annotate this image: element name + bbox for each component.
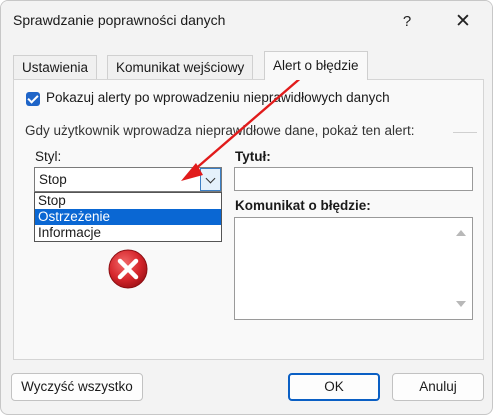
style-dropdown-list: Stop Ostrzeżenie Informacje — [34, 192, 222, 242]
close-button[interactable]: ✕ — [449, 9, 477, 35]
scroll-up-arrow-icon[interactable] — [456, 230, 466, 236]
style-combobox[interactable]: Stop — [34, 167, 222, 192]
title-bar: Sprawdzanie poprawności danych ? ✕ — [1, 1, 492, 45]
dropdown-item-information[interactable]: Informacje — [35, 225, 221, 241]
scroll-down-arrow-icon[interactable] — [456, 301, 466, 307]
dropdown-item-stop[interactable]: Stop — [35, 193, 221, 209]
tab-error-alert[interactable]: Alert o błędzie — [264, 51, 368, 80]
style-combobox-value: Stop — [39, 172, 67, 187]
stop-error-icon — [108, 249, 148, 289]
data-validation-dialog: Sprawdzanie poprawności danych ? ✕ Ustaw… — [0, 0, 493, 415]
title-input[interactable] — [234, 167, 473, 191]
tab-bar: Ustawienia Komunikat wejściowy Alert o b… — [13, 51, 485, 80]
alert-group-label: Gdy użytkownik wprowadza nieprawidłowe d… — [25, 123, 415, 138]
show-alerts-label[interactable]: Pokazuj alerty po wprowadzeniu nieprawid… — [46, 90, 390, 105]
ok-button[interactable]: OK — [288, 373, 380, 401]
dropdown-item-warning[interactable]: Ostrzeżenie — [35, 209, 221, 225]
clear-all-button[interactable]: Wyczyść wszystko — [11, 373, 143, 401]
title-label: Tytuł: — [235, 149, 271, 164]
show-alerts-checkbox[interactable] — [26, 92, 40, 106]
tab-input-message[interactable]: Komunikat wejściowy — [107, 55, 254, 79]
error-message-textarea[interactable] — [234, 217, 473, 320]
chevron-down-icon[interactable] — [200, 168, 221, 191]
style-label: Styl: — [35, 149, 62, 164]
help-button[interactable]: ? — [393, 9, 421, 35]
tab-settings[interactable]: Ustawienia — [13, 55, 98, 79]
error-message-label: Komunikat o błędzie: — [235, 198, 371, 213]
group-divider — [453, 132, 477, 133]
cancel-button[interactable]: Anuluj — [392, 373, 484, 401]
dialog-title: Sprawdzanie poprawności danych — [13, 12, 226, 28]
